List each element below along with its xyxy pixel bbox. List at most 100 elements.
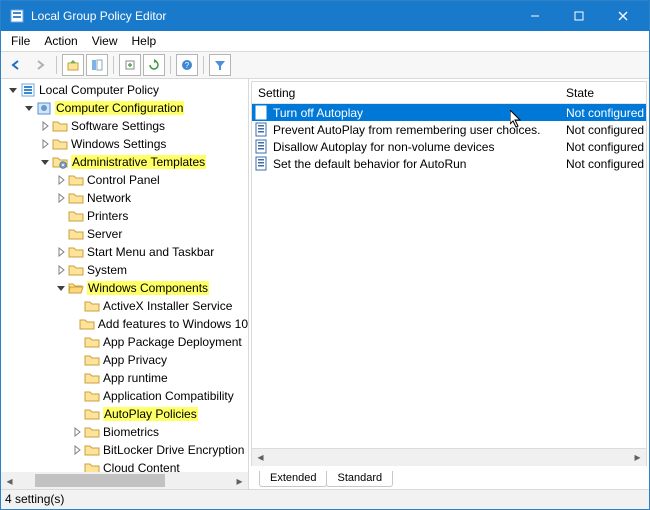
filter-button[interactable]	[209, 54, 231, 76]
tree-item[interactable]: Application Compatibility	[3, 387, 248, 405]
tree-item-label: App Package Deployment	[103, 333, 242, 351]
app-icon	[9, 8, 25, 24]
tree-item[interactable]: Printers	[3, 207, 248, 225]
tree-item[interactable]: ActiveX Installer Service	[3, 297, 248, 315]
tree-item-label: App Privacy	[103, 351, 167, 369]
list-header[interactable]: Setting State	[252, 82, 646, 104]
toolbar-separator	[170, 56, 171, 74]
collapse-icon[interactable]	[7, 84, 19, 96]
help-button[interactable]: ?	[176, 54, 198, 76]
list-horizontal-scrollbar[interactable]: ◂ ▸	[252, 448, 646, 465]
minimize-button[interactable]	[513, 1, 557, 31]
title-bar[interactable]: Local Group Policy Editor	[1, 1, 649, 31]
content-area: Local Computer PolicyComputer Configurat…	[1, 79, 649, 489]
tree-item-label: Computer Configuration	[55, 99, 184, 117]
setting-name: Disallow Autoplay for non-volume devices	[273, 140, 566, 154]
tree-item-label: Server	[87, 225, 122, 243]
tree-item-label: Software Settings	[71, 117, 165, 135]
tree-item[interactable]: Server	[3, 225, 248, 243]
scroll-left-icon[interactable]: ◂	[1, 472, 18, 489]
back-button[interactable]	[5, 54, 27, 76]
tree-item[interactable]: Control Panel	[3, 171, 248, 189]
tree-windows-settings[interactable]: Windows Settings	[3, 135, 248, 153]
tree-horizontal-scrollbar[interactable]: ◂ ▸	[1, 472, 248, 489]
tree-item[interactable]: AutoPlay Policies	[3, 405, 248, 423]
setting-name: Turn off Autoplay	[273, 106, 566, 120]
expand-icon[interactable]	[39, 138, 51, 150]
close-button[interactable]	[601, 1, 645, 31]
tree-item-label: Biometrics	[103, 423, 159, 441]
up-button[interactable]	[62, 54, 84, 76]
collapse-icon[interactable]	[23, 102, 35, 114]
tab-standard[interactable]: Standard	[326, 471, 393, 487]
column-setting[interactable]: Setting	[252, 86, 566, 100]
tree-item-label: BitLocker Drive Encryption	[103, 441, 244, 459]
scroll-right-icon[interactable]: ▸	[629, 449, 646, 466]
setting-row[interactable]: Set the default behavior for AutoRunNot …	[252, 155, 646, 172]
tree-computer-configuration[interactable]: Computer Configuration	[3, 99, 248, 117]
tree-item[interactable]: Network	[3, 189, 248, 207]
menu-view[interactable]: View	[86, 33, 124, 49]
setting-row[interactable]: Turn off AutoplayNot configured	[252, 104, 646, 121]
tree-item-label: Network	[87, 189, 131, 207]
menu-bar: File Action View Help	[1, 31, 649, 51]
collapse-icon[interactable]	[55, 282, 67, 294]
tree-software-settings[interactable]: Software Settings	[3, 117, 248, 135]
folder-icon	[84, 370, 100, 386]
expand-icon[interactable]	[55, 246, 67, 258]
tree-item[interactable]: App runtime	[3, 369, 248, 387]
tree-item-label: AutoPlay Policies	[103, 405, 198, 423]
tree-item[interactable]: App Privacy	[3, 351, 248, 369]
setting-name: Prevent AutoPlay from remembering user c…	[273, 123, 566, 137]
settings-list[interactable]: Setting State Turn off AutoplayNot confi…	[251, 81, 647, 466]
collapse-icon[interactable]	[39, 156, 51, 168]
tree-item[interactable]: Start Menu and Taskbar	[3, 243, 248, 261]
tree-item[interactable]: Add features to Windows 10	[3, 315, 248, 333]
tree-item-label: System	[87, 261, 127, 279]
export-button[interactable]	[119, 54, 141, 76]
scroll-left-icon[interactable]: ◂	[252, 449, 269, 466]
tree-item-label: Add features to Windows 10	[98, 315, 248, 333]
toolbar-separator	[203, 56, 204, 74]
tree-item-label: Windows Components	[87, 279, 209, 297]
tree-pane[interactable]: Local Computer PolicyComputer Configurat…	[1, 79, 249, 489]
tree-windows-components[interactable]: Windows Components	[3, 279, 248, 297]
status-text: 4 setting(s)	[5, 492, 64, 506]
expand-icon[interactable]	[71, 444, 83, 456]
expand-icon[interactable]	[71, 426, 83, 438]
column-state[interactable]: State	[566, 86, 646, 100]
tree-administrative-templates[interactable]: Administrative Templates	[3, 153, 248, 171]
tree-item-label: Administrative Templates	[71, 153, 206, 171]
forward-button[interactable]	[29, 54, 51, 76]
maximize-button[interactable]	[557, 1, 601, 31]
tree-item-label: Control Panel	[87, 171, 160, 189]
tree-item[interactable]: BitLocker Drive Encryption	[3, 441, 248, 459]
tree-item-label: Start Menu and Taskbar	[87, 243, 214, 261]
setting-state: Not configured	[566, 106, 646, 120]
scroll-right-icon[interactable]: ▸	[231, 472, 248, 489]
menu-action[interactable]: Action	[38, 33, 83, 49]
policy-icon	[254, 105, 270, 121]
tree-item-label: App runtime	[103, 369, 168, 387]
folder-icon	[84, 406, 100, 422]
folder-icon	[84, 334, 100, 350]
setting-row[interactable]: Disallow Autoplay for non-volume devices…	[252, 138, 646, 155]
tab-extended[interactable]: Extended	[259, 471, 327, 487]
tree-item[interactable]: System	[3, 261, 248, 279]
refresh-button[interactable]	[143, 54, 165, 76]
expand-icon[interactable]	[55, 192, 67, 204]
setting-row[interactable]: Prevent AutoPlay from remembering user c…	[252, 121, 646, 138]
expand-icon[interactable]	[39, 120, 51, 132]
show-hide-tree-button[interactable]	[86, 54, 108, 76]
tree-item[interactable]: App Package Deployment	[3, 333, 248, 351]
folder-icon	[52, 154, 68, 170]
folder-icon	[52, 136, 68, 152]
tree-root[interactable]: Local Computer Policy	[3, 81, 248, 99]
expand-icon[interactable]	[55, 174, 67, 186]
menu-file[interactable]: File	[5, 33, 36, 49]
menu-help[interactable]: Help	[126, 33, 163, 49]
expand-icon[interactable]	[55, 264, 67, 276]
folder-icon	[84, 352, 100, 368]
policy-icon	[254, 156, 270, 172]
tree-item[interactable]: Biometrics	[3, 423, 248, 441]
